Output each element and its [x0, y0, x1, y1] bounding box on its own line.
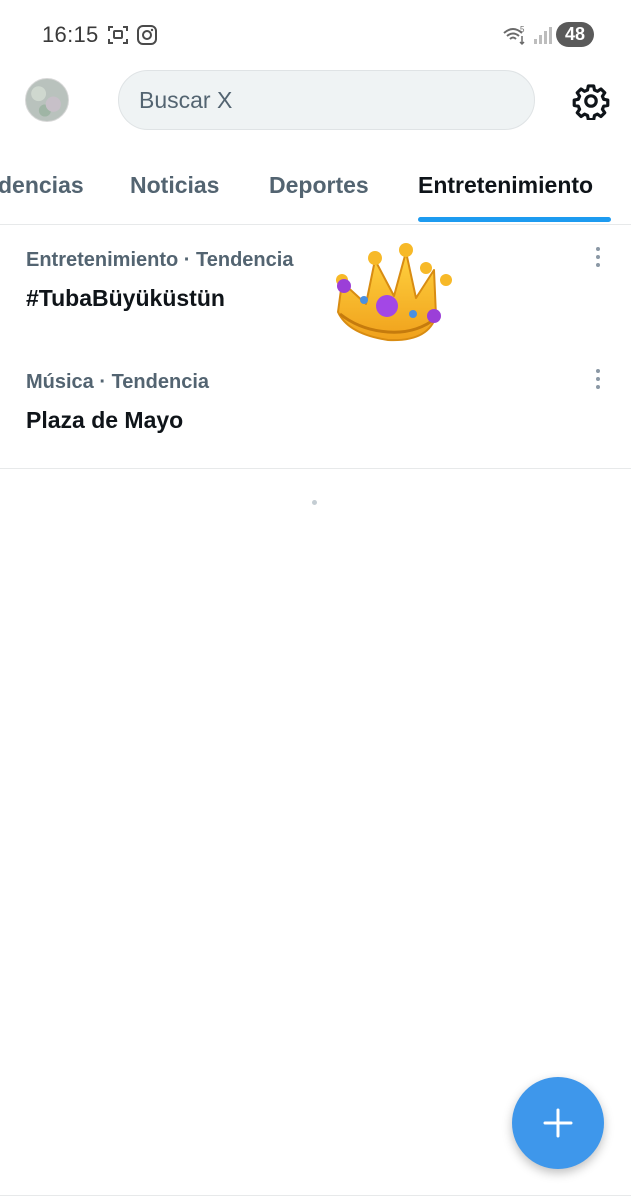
- avatar[interactable]: [25, 78, 69, 122]
- bottom-divider: [0, 1195, 631, 1196]
- search-placeholder: Buscar X: [139, 87, 233, 113]
- search-input[interactable]: Buscar X: [118, 70, 535, 130]
- loading-dot: [312, 500, 317, 505]
- signal-icon: [534, 27, 552, 44]
- tab-entretenimiento[interactable]: Entretenimiento: [418, 172, 593, 199]
- trend-item[interactable]: Música · Tendencia Plaza de Mayo: [0, 347, 631, 469]
- tab-noticias[interactable]: Noticias: [130, 172, 219, 199]
- svg-text:5: 5: [520, 25, 525, 34]
- gear-icon[interactable]: [572, 82, 610, 120]
- instagram-icon: [137, 25, 157, 45]
- tab-tendencias[interactable]: dencias: [0, 172, 84, 199]
- wifi-icon: 5: [503, 25, 525, 46]
- plus-icon: [543, 1108, 573, 1138]
- tab-deportes[interactable]: Deportes: [269, 172, 369, 199]
- more-options-icon[interactable]: [592, 243, 604, 271]
- trend-category: Entretenimiento · Tendencia: [26, 249, 294, 271]
- tab-bar: dencias Noticias Deportes Entretenimient…: [0, 160, 631, 225]
- battery-level: 48: [564, 24, 586, 44]
- divider: [0, 468, 631, 469]
- trend-title: Plaza de Mayo: [26, 407, 184, 433]
- trend-item[interactable]: Entretenimiento · Tendencia #TubaBüyüküs…: [0, 225, 631, 347]
- trend-category: Música · Tendencia: [26, 371, 210, 393]
- battery-indicator: 48: [556, 22, 594, 47]
- trend-title: #TubaBüyüküstün: [26, 285, 225, 311]
- status-bar: 16:15 5 48: [0, 0, 631, 70]
- more-options-icon[interactable]: [592, 365, 604, 393]
- crown-icon: [336, 243, 452, 342]
- active-tab-indicator: [418, 217, 611, 222]
- screenshot-icon: [108, 26, 128, 44]
- status-time: 16:15: [42, 22, 99, 47]
- compose-button[interactable]: [512, 1077, 604, 1169]
